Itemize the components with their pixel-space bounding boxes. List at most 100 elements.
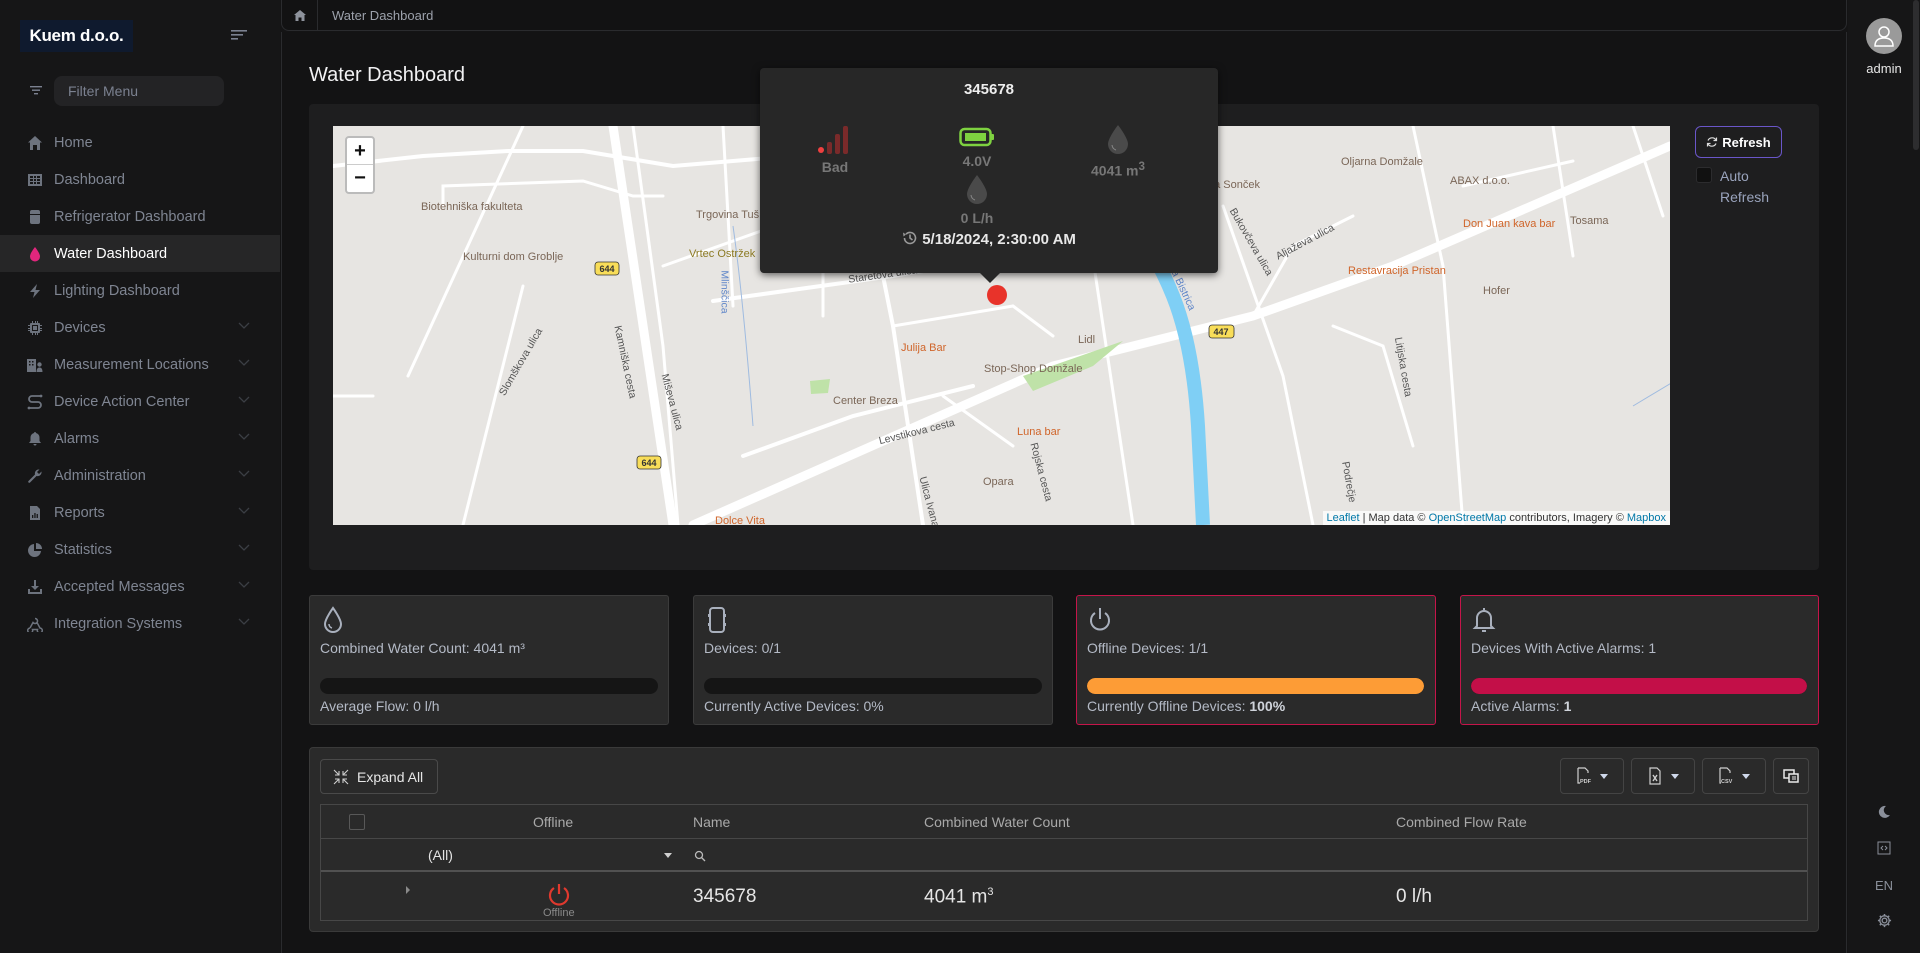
column-chooser-button[interactable] [1773,758,1809,794]
sidebar-item-lighting-dashboard[interactable]: Lighting Dashboard [0,272,280,309]
offline-filter-select[interactable]: (All) [428,847,453,863]
road-badge: 644 [636,455,662,470]
svg-text:644: 644 [599,264,614,274]
breadcrumb-current: Water Dashboard [332,8,434,23]
export-excel-button[interactable] [1631,758,1695,794]
export-pdf-button[interactable]: PDF [1560,758,1624,794]
export-csv-button[interactable]: CSV [1702,758,1766,794]
card-subtitle: Currently Active Devices: 0% [704,698,884,714]
dark-mode-toggle[interactable] [1873,801,1895,823]
select-all-checkbox[interactable] [349,814,365,830]
gear-icon [1877,913,1891,927]
osm-link[interactable]: OpenStreetMap [1429,512,1507,524]
progress-bar [320,678,658,694]
flow-rate-cell: 0 l/h [1396,886,1432,907]
zoom-in-button[interactable]: + [347,138,373,165]
user-name[interactable]: admin [1848,61,1920,76]
language-selector[interactable]: EN [1873,874,1895,896]
sidebar-item-water-dashboard[interactable]: Water Dashboard [0,235,280,272]
svg-text:644: 644 [641,458,656,468]
column-header-water-count[interactable]: Combined Water Count [924,814,1070,830]
battery-icon [959,127,994,147]
popup-timestamp: 5/18/2024, 2:30:00 AM [760,230,1218,248]
column-header-flow-rate[interactable]: Combined Flow Rate [1396,814,1527,830]
sidebar-item-refrigerator-dashboard[interactable]: Refrigerator Dashboard [0,198,280,235]
sidebar-item-alarms[interactable]: Alarms [0,420,280,457]
sidebar-item-dashboard[interactable]: Dashboard [0,161,280,198]
lightning-icon [27,283,43,299]
map-label: ABAX d.o.o. [1450,175,1510,187]
sidebar-item-home[interactable]: Home [0,124,280,161]
home-icon [293,9,306,21]
bell-outline-icon [1472,608,1496,632]
grid-icon [27,172,43,188]
svg-text:447: 447 [1213,327,1228,337]
map-zoom-control: + − [345,136,375,194]
sidebar-item-device-action-center[interactable]: Device Action Center [0,383,280,420]
csv-file-icon: CSV [1719,767,1733,785]
table-row[interactable]: Offline 345678 4041 m3 0 l/h [321,874,1807,920]
device-data-grid: Offline Name Combined Water Count Combin… [320,804,1808,921]
power-offline-icon [548,884,570,906]
refresh-button[interactable]: Refresh [1695,126,1782,158]
flow-label: 0 L/h [960,210,994,226]
sidebar-item-label: Refrigerator Dashboard [54,208,206,225]
card-sub-value: 0% [863,698,884,714]
brand-logo[interactable]: Kuem d.o.o. [20,20,133,52]
page-scrollbar[interactable] [1913,0,1919,150]
filter-menu-input[interactable] [54,76,224,106]
sidebar-item-label: Devices [54,319,106,336]
auto-refresh-label[interactable]: Auto Refresh [1720,166,1780,208]
water-count-label: 4041 m3 [1058,160,1178,179]
water-count-cell: 4041 m3 [924,886,994,908]
caret-down-icon[interactable] [664,853,672,858]
sidebar-item-accepted-messages[interactable]: Accepted Messages [0,568,280,605]
grid-header-row: Offline Name Combined Water Count Combin… [321,805,1807,839]
column-header-offline[interactable]: Offline [533,814,573,830]
map-label: Restavracija Pristan [1348,265,1446,277]
leaflet-link[interactable]: Leaflet [1327,512,1360,524]
chevron-down-icon [238,359,250,366]
column-header-name[interactable]: Name [693,814,730,830]
embed-toggle[interactable] [1873,837,1895,859]
name-filter-input[interactable] [711,843,911,867]
sidebar-item-label: Dashboard [54,171,125,188]
mapbox-link[interactable]: Mapbox [1627,512,1666,524]
map-label: Don Juan kava bar [1463,218,1556,230]
device-marker[interactable] [987,285,1007,305]
sidebar-item-statistics[interactable]: Statistics [0,531,280,568]
zoom-out-button[interactable]: − [347,165,373,192]
expand-row-icon[interactable] [405,886,411,894]
progress-fill [1087,678,1424,694]
wrench-icon [27,468,43,484]
auto-refresh-checkbox[interactable] [1696,167,1712,183]
expand-all-button[interactable]: Expand All [320,759,438,794]
sidebar-toggle-icon[interactable] [229,27,251,43]
card-title: Devices With Active Alarms: 1 [1471,640,1657,656]
sidebar-item-label: Reports [54,504,105,521]
water-count-value: 4041 m [924,886,988,908]
column-chooser-icon [1783,769,1799,783]
progress-bar [704,678,1042,694]
sidebar-item-administration[interactable]: Administration [0,457,280,494]
user-avatar[interactable] [1866,18,1902,54]
sidebar-item-measurement-locations[interactable]: Measurement Locations [0,346,280,383]
sidebar-item-reports[interactable]: Reports [0,494,280,531]
flow-indicator: 0 L/h [917,173,1037,226]
caret-down-icon [1742,773,1750,779]
sidebar-item-integration-systems[interactable]: Integration Systems [0,605,280,642]
signal-indicator: Bad [775,124,895,175]
settings-button[interactable] [1873,909,1895,931]
map-label: Vrtec Ostržek [689,248,756,260]
page-title: Water Dashboard [309,64,465,86]
breadcrumb-home[interactable] [282,0,318,30]
card-sub-label: Average Flow: [320,698,414,714]
chevron-down-icon [238,396,250,403]
water-drop-icon [967,175,987,204]
download-tray-icon [27,579,43,595]
sidebar-item-devices[interactable]: Devices [0,309,280,346]
history-icon [903,231,917,245]
stat-card-active-alarms: Devices With Active Alarms: 1 Active Ala… [1460,595,1819,725]
battery-label: 4.0V [962,153,992,169]
popup-title: 345678 [963,81,1015,98]
